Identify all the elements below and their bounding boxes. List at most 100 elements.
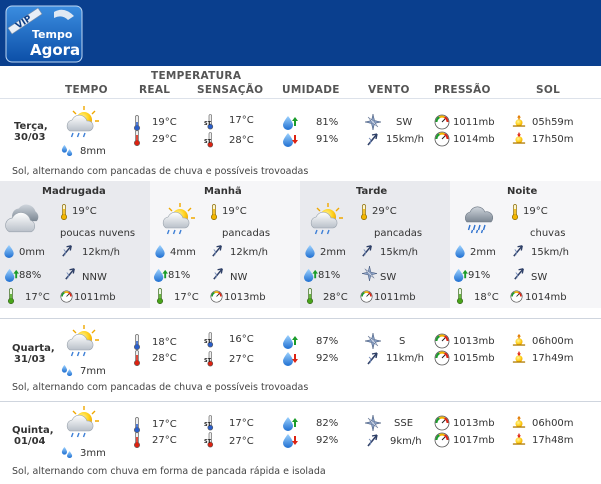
wind-arrow-icon bbox=[360, 243, 375, 258]
humidity-min: 82% bbox=[316, 418, 339, 429]
pressure-gauge-icon bbox=[434, 432, 450, 448]
period-pressure: 1014mb bbox=[525, 292, 567, 303]
wind-arrow-icon bbox=[60, 243, 75, 258]
wind-compass-icon bbox=[365, 333, 381, 349]
temperature-group-header: TEMPERATURA bbox=[151, 70, 242, 82]
period-feels: 28°C bbox=[323, 292, 348, 303]
pressure-gauge-icon bbox=[434, 333, 450, 349]
svg-text:Tempo: Tempo bbox=[32, 28, 73, 41]
day-name: Terça, bbox=[14, 121, 48, 132]
period-rain: 2mm bbox=[470, 247, 496, 258]
feels-like-icon bbox=[306, 288, 314, 304]
col-vento: VENTO bbox=[368, 84, 410, 96]
feels-min: 16°C bbox=[229, 334, 254, 345]
period-name: Madrugada bbox=[42, 186, 106, 197]
rain-drop-icon bbox=[155, 245, 165, 258]
wind-speed: 15km/h bbox=[386, 134, 424, 145]
sun-rain-icon bbox=[64, 405, 100, 439]
day-date: 01/04 bbox=[14, 436, 46, 447]
thermometer-min-icon bbox=[133, 417, 141, 433]
wind-compass-icon bbox=[512, 266, 527, 281]
wind-arrow-icon bbox=[511, 243, 526, 258]
sunset-time: 17h48m bbox=[532, 435, 574, 446]
pressure-gauge-icon bbox=[434, 114, 450, 130]
day-name: Quarta, bbox=[12, 343, 55, 354]
humidity-max-icon bbox=[282, 432, 298, 448]
wind-compass-icon bbox=[211, 266, 226, 281]
sun-rain-icon bbox=[64, 324, 100, 358]
thermometer-min-icon bbox=[133, 334, 141, 350]
period-pressure: 1011mb bbox=[74, 292, 116, 303]
svg-text:Agora: Agora bbox=[30, 41, 80, 59]
period-name: Tarde bbox=[356, 186, 388, 197]
sunset-icon bbox=[512, 432, 526, 446]
humidity-max-icon bbox=[282, 350, 298, 366]
temp-min: 17°C bbox=[152, 419, 177, 430]
temp-max: 28°C bbox=[152, 353, 177, 364]
col-sol: SOL bbox=[536, 84, 561, 96]
sunrise-icon bbox=[512, 333, 526, 347]
feels-like-max-icon bbox=[204, 432, 216, 448]
rain-drops-icon bbox=[61, 144, 73, 156]
feels-max: 27°C bbox=[229, 354, 254, 365]
rain-amount: 8mm bbox=[80, 146, 106, 157]
sunrise-time: 06h00m bbox=[532, 336, 574, 347]
sunset-time: 17h49m bbox=[532, 353, 574, 364]
period-pressure: 1011mb bbox=[374, 292, 416, 303]
tempo-agora-logo[interactable]: VIP Tempo Agora bbox=[4, 2, 84, 64]
wind-direction: SSE bbox=[394, 418, 414, 429]
period-rain: 0mm bbox=[19, 247, 45, 258]
thermometer-icon bbox=[360, 204, 368, 220]
sunset-time: 17h50m bbox=[532, 134, 574, 145]
period-name: Noite bbox=[507, 186, 538, 197]
feels-like-min-icon bbox=[204, 332, 216, 348]
wind-speed: 11km/h bbox=[386, 353, 424, 364]
humidity-icon bbox=[4, 267, 19, 282]
period-feels: 17°C bbox=[174, 292, 199, 303]
pressure-gauge-icon bbox=[360, 290, 373, 303]
col-umidade: UMIDADE bbox=[282, 84, 340, 96]
humidity-min-icon bbox=[282, 415, 298, 431]
thermometer-icon bbox=[60, 204, 68, 220]
humidity-max: 92% bbox=[316, 435, 339, 446]
thermometer-icon bbox=[210, 204, 218, 220]
temp-min: 18°C bbox=[152, 337, 177, 348]
period-rain: 4mm bbox=[170, 247, 196, 258]
period-humidity: 81% bbox=[168, 270, 191, 281]
pressure-min: 1013mb bbox=[453, 336, 495, 347]
feels-like-max-icon bbox=[204, 132, 216, 148]
thermometer-icon bbox=[511, 204, 519, 220]
day-date: 31/03 bbox=[14, 354, 46, 365]
period-temp: 19°C bbox=[72, 206, 97, 217]
thermometer-min-icon bbox=[133, 115, 141, 131]
period-feels: 17°C bbox=[25, 292, 50, 303]
pressure-gauge-icon bbox=[434, 415, 450, 431]
wind-compass-icon bbox=[362, 266, 377, 281]
cloudy-icon bbox=[5, 200, 45, 236]
period-temp: 29°C bbox=[372, 206, 397, 217]
period-condition: chuvas bbox=[530, 228, 566, 239]
row-divider bbox=[0, 401, 601, 402]
feels-like-min-icon bbox=[204, 114, 216, 130]
header-divider bbox=[0, 98, 601, 99]
humidity-icon bbox=[153, 267, 168, 282]
humidity-max: 92% bbox=[316, 353, 339, 364]
period-wind: 15km/h bbox=[531, 247, 569, 258]
feels-like-max-icon bbox=[204, 351, 216, 367]
period-wind: 12km/h bbox=[82, 247, 120, 258]
wind-arrow-icon bbox=[365, 131, 381, 147]
wind-compass-icon bbox=[63, 266, 78, 281]
pressure-gauge-icon bbox=[434, 131, 450, 147]
sun-rain-icon bbox=[64, 105, 100, 139]
period-wind-direction: SW bbox=[380, 272, 397, 283]
humidity-min: 87% bbox=[316, 336, 339, 347]
humidity-min: 81% bbox=[316, 117, 339, 128]
pressure-gauge-icon bbox=[210, 290, 223, 303]
rain-cloud-icon bbox=[460, 202, 498, 236]
wind-arrow-icon bbox=[210, 243, 225, 258]
wind-compass-icon bbox=[365, 415, 381, 431]
period-condition: pancadas bbox=[374, 228, 423, 239]
day-date: 30/03 bbox=[14, 132, 46, 143]
pressure-gauge-icon bbox=[434, 350, 450, 366]
period-humidity: 91% bbox=[468, 270, 491, 281]
